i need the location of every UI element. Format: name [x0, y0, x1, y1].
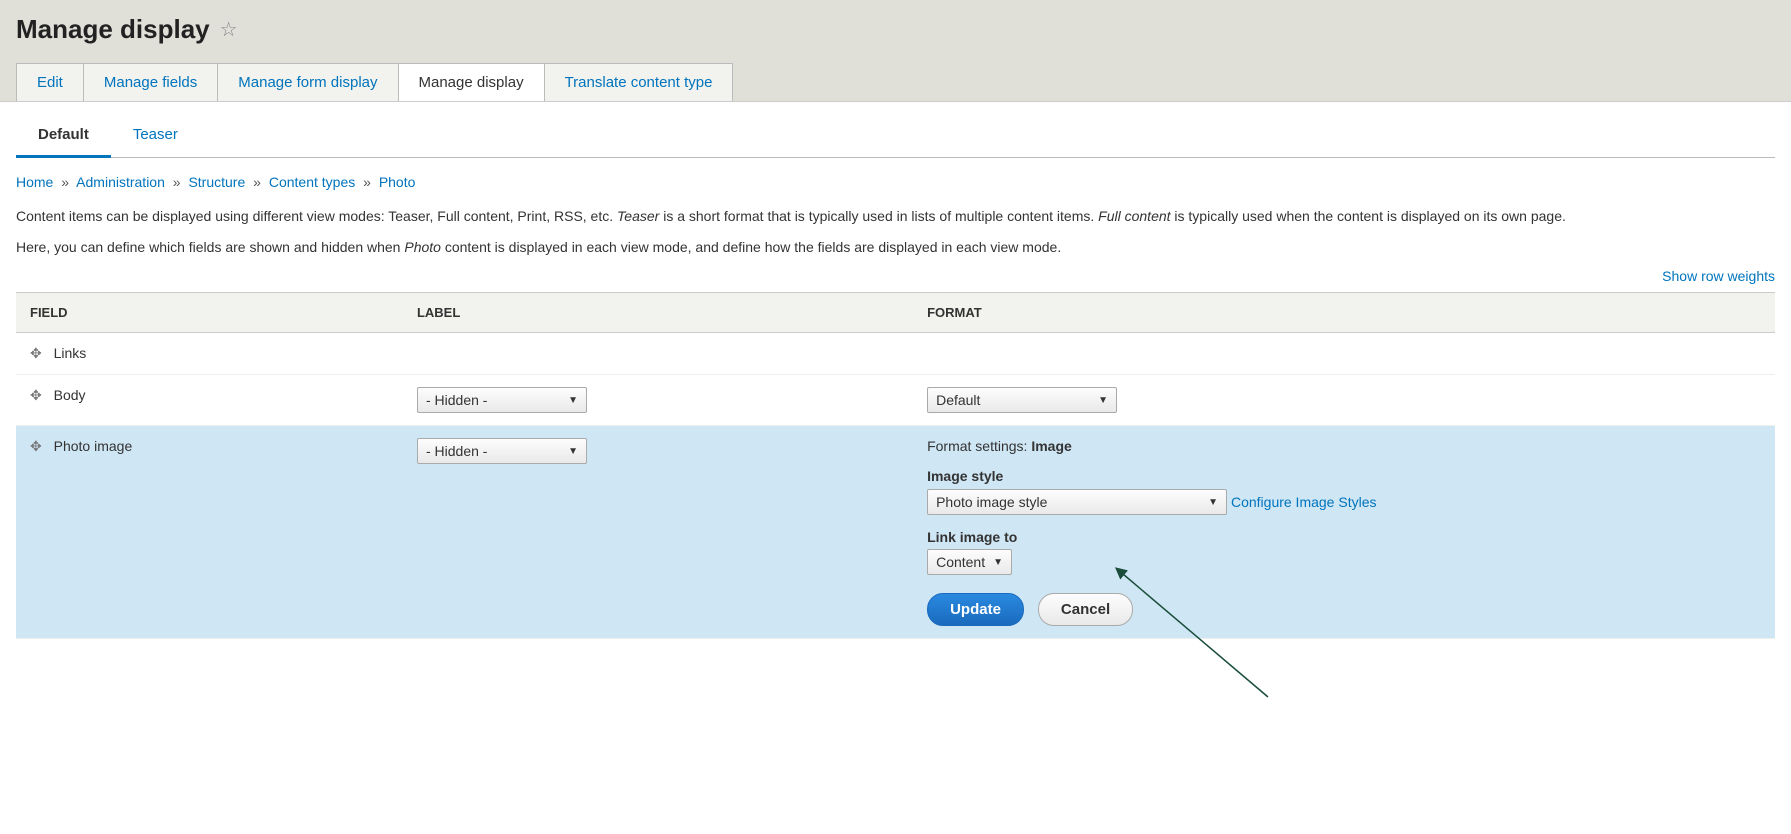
breadcrumb-home[interactable]: Home [16, 174, 53, 190]
configure-image-styles-link[interactable]: Configure Image Styles [1231, 494, 1377, 510]
image-style-select[interactable]: Photo image style ▼ [927, 489, 1227, 515]
chevron-down-icon: ▼ [568, 395, 578, 406]
page-title: Manage display [16, 14, 210, 45]
table-row: ✥ Body - Hidden - ▼ Default ▼ [16, 375, 1775, 426]
chevron-down-icon: ▼ [993, 557, 1003, 568]
chevron-down-icon: ▼ [1098, 395, 1108, 406]
tab-translate-content-type[interactable]: Translate content type [544, 63, 734, 101]
chevron-down-icon: ▼ [568, 446, 578, 457]
body-format-select[interactable]: Default ▼ [927, 387, 1117, 413]
tab-manage-form-display[interactable]: Manage form display [217, 63, 398, 101]
breadcrumb-content-types[interactable]: Content types [269, 174, 355, 190]
cancel-button[interactable]: Cancel [1038, 593, 1133, 626]
field-name: Body [54, 387, 86, 403]
subtab-teaser[interactable]: Teaser [111, 114, 200, 157]
tab-manage-fields[interactable]: Manage fields [83, 63, 218, 101]
table-row: ✥ Links [16, 333, 1775, 375]
field-name: Photo image [54, 438, 133, 454]
photo-image-label-select[interactable]: - Hidden - ▼ [417, 438, 587, 464]
subtab-default[interactable]: Default [16, 114, 111, 158]
primary-tabs: Edit Manage fields Manage form display M… [16, 63, 1775, 101]
th-field: FIELD [16, 293, 403, 333]
drag-handle-icon[interactable]: ✥ [30, 387, 42, 404]
breadcrumb-photo[interactable]: Photo [379, 174, 416, 190]
th-label: LABEL [403, 293, 913, 333]
chevron-down-icon: ▼ [1208, 497, 1218, 508]
breadcrumb: Home » Administration » Structure » Cont… [16, 174, 1775, 190]
tab-edit[interactable]: Edit [16, 63, 84, 101]
breadcrumb-structure[interactable]: Structure [188, 174, 245, 190]
body-label-select[interactable]: - Hidden - ▼ [417, 387, 587, 413]
star-icon[interactable]: ☆ [220, 17, 238, 42]
description-1: Content items can be displayed using dif… [16, 206, 1775, 227]
link-image-to-label: Link image to [927, 529, 1761, 545]
secondary-tabs: Default Teaser [16, 114, 1775, 158]
field-name: Links [54, 345, 87, 361]
format-settings-label: Format settings: Image [927, 438, 1761, 454]
tab-manage-display[interactable]: Manage display [398, 63, 545, 101]
table-row: ✥ Photo image - Hidden - ▼ Format settin… [16, 426, 1775, 639]
drag-handle-icon[interactable]: ✥ [30, 345, 42, 362]
description-2: Here, you can define which fields are sh… [16, 237, 1775, 258]
link-image-to-select[interactable]: Content ▼ [927, 549, 1012, 575]
fields-table: FIELD LABEL FORMAT ✥ Links ✥ Body [16, 292, 1775, 639]
drag-handle-icon[interactable]: ✥ [30, 438, 42, 455]
show-row-weights-link[interactable]: Show row weights [1662, 268, 1775, 284]
breadcrumb-administration[interactable]: Administration [76, 174, 165, 190]
th-format: FORMAT [913, 293, 1775, 333]
image-style-label: Image style [927, 468, 1761, 484]
update-button[interactable]: Update [927, 593, 1024, 626]
